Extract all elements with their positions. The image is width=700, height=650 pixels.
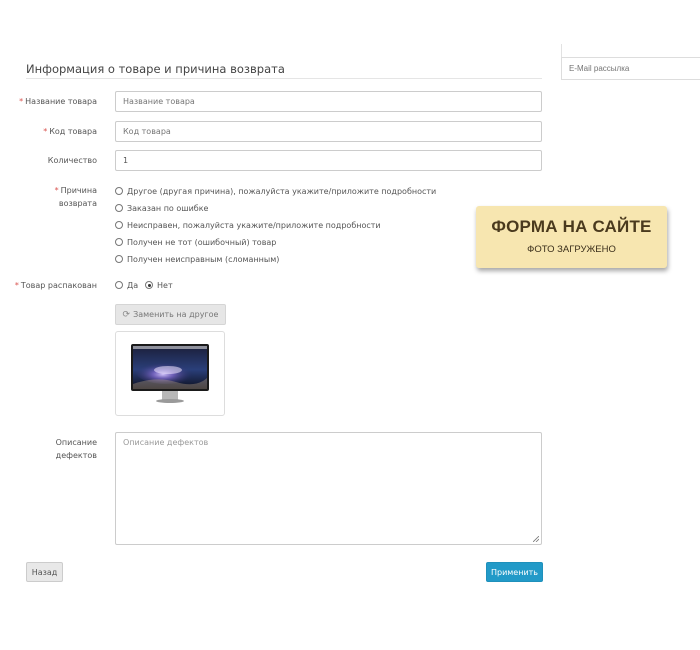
product-code-label: * Код товара	[43, 127, 97, 136]
reason-option-wrong-item[interactable]: Получен не тот (ошибочный) товар	[115, 236, 276, 248]
form-legend: Информация о товаре и причина возврата	[26, 62, 285, 76]
badge-subtitle: ФОТО ЗАГРУЖЕНО	[527, 244, 616, 255]
replace-button[interactable]: ⟳ Заменить на другое	[115, 304, 226, 325]
required-mark: *	[14, 281, 19, 290]
reason-label: * Причина возврата	[54, 186, 97, 208]
defects-label: Описание дефектов	[55, 438, 97, 460]
radio-icon[interactable]	[115, 221, 123, 229]
reason-option-arrived-broken[interactable]: Получен неисправным (сломанным)	[115, 253, 279, 265]
radio-icon[interactable]	[115, 204, 123, 212]
defects-textarea[interactable]: Описание дефектов	[115, 432, 542, 545]
product-name-label: * Название товара	[19, 97, 97, 106]
monitor-image	[131, 344, 209, 403]
radio-icon[interactable]	[115, 238, 123, 246]
overlay-badge: ФОРМА НА САЙТЕ ФОТО ЗАГРУЖЕНО	[476, 206, 667, 268]
apply-button[interactable]: Применить	[486, 562, 543, 582]
radio-icon[interactable]	[115, 187, 123, 195]
reason-option-ordered-by-mistake[interactable]: Заказан по ошибке	[115, 202, 208, 214]
required-mark: *	[54, 186, 59, 195]
radio-icon[interactable]	[115, 281, 123, 289]
refresh-icon: ⟳	[122, 309, 131, 320]
opened-option-no[interactable]: Нет	[145, 279, 173, 291]
radio-icon[interactable]	[115, 255, 123, 263]
resize-handle-icon[interactable]	[533, 536, 539, 542]
badge-title: ФОРМА НА САЙТЕ	[491, 217, 652, 236]
product-code-input[interactable]	[115, 121, 542, 142]
opened-option-yes[interactable]: Да	[115, 279, 138, 291]
sidebar-divider	[561, 44, 562, 57]
radio-checked-icon[interactable]	[145, 281, 153, 289]
reason-option-other[interactable]: Другое (другая причина), пожалуйста укаж…	[115, 185, 436, 197]
back-button[interactable]: Назад	[26, 562, 63, 582]
quantity-input[interactable]	[115, 150, 542, 171]
product-name-input[interactable]	[115, 91, 542, 112]
quantity-label: Количество	[47, 156, 97, 165]
opened-label: * Товар распакован	[14, 281, 97, 290]
required-mark: *	[19, 97, 24, 106]
reason-option-faulty[interactable]: Неисправен, пожалуйста укажите/приложите…	[115, 219, 381, 231]
required-mark: *	[43, 127, 48, 136]
newsletter-email-input[interactable]	[561, 57, 700, 80]
legend-divider	[26, 78, 542, 79]
product-thumbnail[interactable]	[115, 331, 225, 416]
